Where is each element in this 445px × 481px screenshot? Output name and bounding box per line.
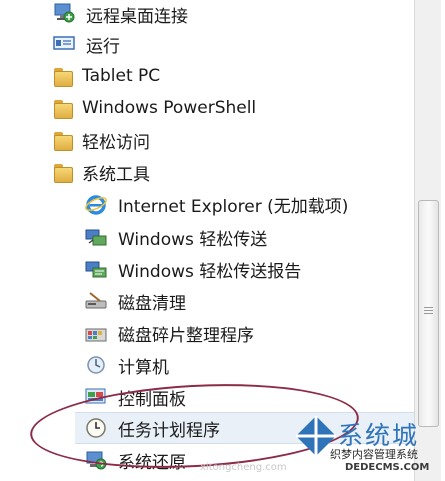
remote-desktop-icon: [52, 2, 78, 26]
watermark-small-url: xitongcheng.com: [200, 462, 287, 473]
menu-item-label: Windows 轻松传送报告: [118, 261, 302, 282]
folder-icon: [52, 161, 74, 183]
menu-item-easy-transfer-report[interactable]: Windows 轻松传送报告: [84, 255, 301, 283]
menu-item-label: 磁盘碎片整理程序: [118, 325, 254, 346]
menu-item-task-scheduler[interactable]: 任务计划程序: [84, 414, 220, 442]
menu-item-defragmenter[interactable]: 磁盘碎片整理程序: [84, 319, 254, 347]
menu-item-label: 远程桌面连接: [86, 6, 188, 27]
menu-item-label: 轻松访问: [82, 132, 150, 153]
menu-item-label: Windows PowerShell: [82, 98, 257, 118]
menu-item-label: 系统还原: [118, 452, 186, 473]
menu-item-label: 运行: [86, 36, 120, 57]
defragmenter-icon: [84, 321, 110, 345]
run-icon: [52, 32, 78, 56]
scrollbar-thumb[interactable]: [418, 200, 439, 427]
computer-icon: [84, 353, 110, 377]
menu-item-label: 磁盘清理: [118, 293, 186, 314]
menu-item-label: 任务计划程序: [118, 420, 220, 441]
menu-item-remote-desktop[interactable]: 远程桌面连接: [52, 0, 188, 28]
menu-item-label: 系统工具: [82, 164, 150, 185]
menu-item-calculator[interactable]: 计算机: [84, 351, 169, 379]
folder-icon: [52, 65, 74, 87]
menu-item-easy-transfer[interactable]: Windows 轻松传送: [84, 223, 267, 251]
menu-item-ease-of-access[interactable]: 轻松访问: [52, 126, 150, 154]
folder-icon: [52, 129, 74, 151]
menu-item-control-panel[interactable]: 控制面板: [84, 383, 186, 411]
menu-item-disk-cleanup[interactable]: 磁盘清理: [84, 287, 186, 315]
menu-item-run[interactable]: 运行: [52, 30, 120, 58]
menu-item-internet-explorer[interactable]: Internet Explorer (无加载项): [84, 190, 348, 218]
menu-item-label: 计算机: [118, 357, 169, 378]
menu-item-label: Tablet PC: [82, 66, 161, 86]
internet-explorer-icon: [84, 192, 110, 216]
system-restore-icon: [84, 448, 110, 472]
watermark-tagline: 织梦内容管理系统: [330, 448, 418, 461]
menu-item-label: 控制面板: [118, 389, 186, 410]
easy-transfer-report-icon: [84, 257, 110, 281]
menu-item-system-tools[interactable]: 系统工具: [52, 158, 150, 186]
folder-icon: [52, 97, 74, 119]
menu-item-windows-powershell[interactable]: Windows PowerShell: [52, 94, 256, 122]
scrollbar-grip: [424, 307, 433, 308]
control-panel-icon: [84, 385, 110, 409]
scrollbar-grip: [424, 310, 433, 311]
menu-item-tablet-pc[interactable]: Tablet PC: [52, 62, 160, 90]
scrollbar-grip: [424, 313, 433, 314]
menu-item-label: Internet Explorer (无加载项): [118, 196, 349, 217]
easy-transfer-icon: [84, 225, 110, 249]
menu-item-label: Windows 轻松传送: [118, 229, 268, 250]
clock-icon: [84, 416, 110, 440]
disk-cleanup-icon: [84, 289, 110, 313]
menu-item-system-restore[interactable]: 系统还原: [84, 446, 186, 474]
watermark-url: DEDECMS.COM: [345, 462, 430, 473]
watermark: 系统城 织梦内容管理系统 DEDECMS.COM: [290, 408, 445, 481]
